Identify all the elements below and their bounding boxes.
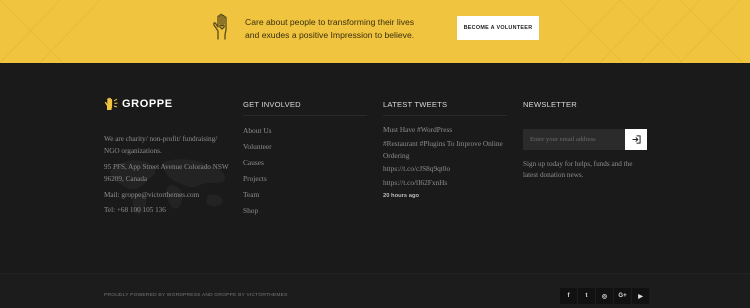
tweet-text-1: Must Have #WordPress: [383, 125, 453, 134]
link-causes[interactable]: Causes: [243, 157, 272, 173]
link-about-us[interactable]: About Us: [243, 125, 272, 141]
twitter-icon[interactable]: t: [578, 288, 595, 304]
hand-logo-icon: [104, 97, 118, 110]
newsletter-column: NEWSLETTER Sign up today for helps, fund…: [523, 100, 648, 179]
tweet-item: Must Have #WordPress #Restaurant #Plugin…: [383, 124, 508, 203]
become-volunteer-button[interactable]: BECOME A VOLUNTEER: [457, 16, 539, 40]
social-links: f t ◎ G+ ▶: [560, 288, 649, 304]
brand-description: We are charity/ non-profit/ fundraising/…: [104, 135, 218, 155]
latest-tweets-column: LATEST TWEETS Must Have #WordPress #Rest…: [383, 100, 508, 199]
latest-tweets-divider: [383, 115, 507, 116]
get-involved-divider: [243, 115, 367, 116]
copyright-text: PROUDLY POWERED BY WORDPRESS AND GROPPE …: [104, 293, 288, 298]
banner-line-2: and exudes a positive Impression to beli…: [245, 29, 415, 40]
link-volunteer[interactable]: Volunteer: [243, 141, 272, 157]
tweet-link-2[interactable]: https://t.co/lI62FxnHs: [383, 177, 508, 189]
newsletter-title: NEWSLETTER: [523, 100, 577, 109]
sign-in-icon: [631, 135, 641, 144]
banner-message: Care about people to transforming their …: [245, 16, 414, 41]
hand-heart-icon: [213, 13, 227, 40]
newsletter-submit-button[interactable]: [625, 129, 647, 150]
google-plus-icon[interactable]: G+: [614, 288, 631, 304]
brand-address: 95 PFS, App Street Avenue Colorado NSW 9…: [104, 163, 229, 183]
link-team[interactable]: Team: [243, 189, 272, 205]
newsletter-email-input[interactable]: [523, 129, 625, 150]
youtube-icon[interactable]: ▶: [632, 288, 649, 304]
footer-bottom-bar: PROUDLY POWERED BY WORDPRESS AND GROPPE …: [0, 273, 750, 308]
link-projects[interactable]: Projects: [243, 173, 272, 189]
get-involved-column: GET INVOLVED About Us Volunteer Causes P…: [243, 100, 363, 215]
brand-phone: Tel: +68 100 105 136: [104, 206, 166, 214]
brand-name: GROPPE: [122, 98, 173, 110]
footer-logo[interactable]: GROPPE: [104, 97, 224, 111]
tweet-link-1[interactable]: https://t.co/cJS8q9qt0o: [383, 163, 508, 175]
latest-tweets-title: LATEST TWEETS: [383, 100, 448, 109]
site-footer: GROPPE We are charity/ non-profit/ fundr…: [0, 63, 750, 273]
get-involved-title: GET INVOLVED: [243, 100, 301, 109]
brand-email[interactable]: Mail: groppe@victorthemes.com: [104, 191, 199, 199]
instagram-icon[interactable]: ◎: [596, 288, 613, 304]
newsletter-description: Sign up today for helps, funds and the l…: [523, 160, 633, 179]
brand-column: GROPPE We are charity/ non-profit/ fundr…: [104, 97, 229, 214]
tweet-timestamp: 20 hours ago: [383, 192, 420, 199]
link-shop[interactable]: Shop: [243, 205, 272, 221]
facebook-icon[interactable]: f: [560, 288, 577, 304]
get-involved-list: About Us Volunteer Causes Projects Team …: [243, 125, 272, 221]
banner-line-1: Care about people to transforming their …: [245, 17, 415, 27]
tweet-text-2: #Restaurant #Plugins To Improve Online O…: [383, 138, 503, 160]
volunteer-banner: Care about people to transforming their …: [0, 0, 750, 63]
newsletter-form: [523, 129, 647, 150]
